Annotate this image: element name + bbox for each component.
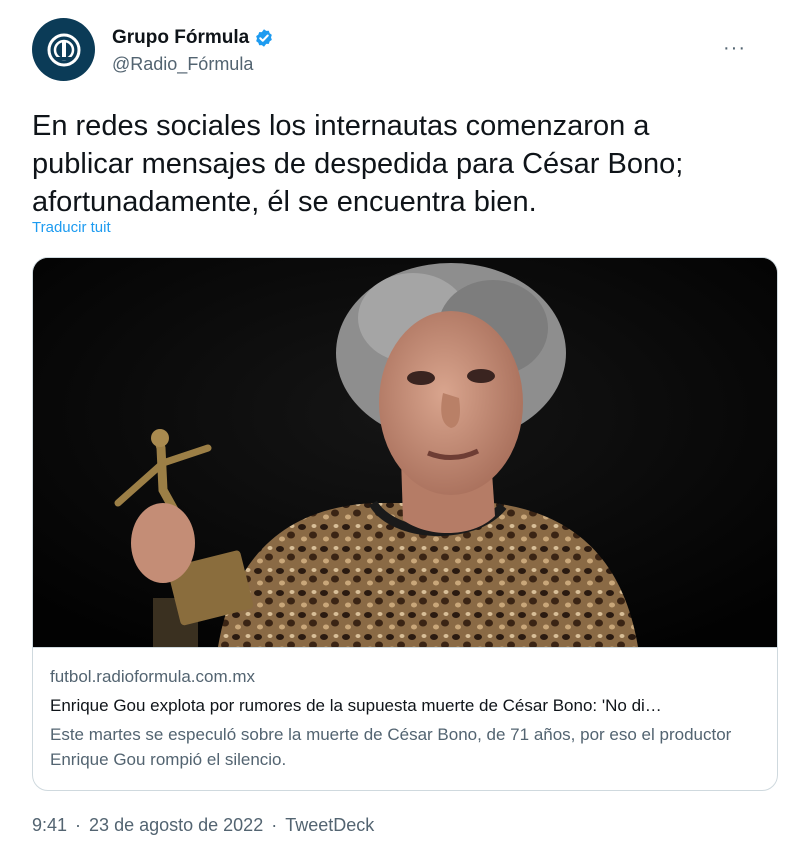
tweet-header: Grupo Fórmula @Radio_Fórmula ··· — [32, 18, 768, 82]
card-title: Enrique Gou explota por rumores de la su… — [50, 696, 662, 715]
card-image[interactable] — [33, 258, 777, 647]
account-handle[interactable]: @Radio_Fórmula — [112, 54, 274, 75]
more-options-icon[interactable]: ··· — [723, 38, 746, 58]
grupo-formula-logo-icon — [47, 33, 80, 66]
translate-tweet-link[interactable]: Traducir tuit — [32, 219, 111, 236]
meta-separator: · — [75, 815, 82, 835]
card-body[interactable]: futbol.radioformula.com.mx Enrique Gou e… — [33, 647, 777, 790]
tweet-meta: 9:41 · 23 de agosto de 2022 · TweetDeck — [32, 815, 374, 836]
card-photo — [33, 258, 777, 647]
display-name[interactable]: Grupo Fórmula — [112, 27, 249, 49]
avatar[interactable] — [32, 18, 95, 81]
tweet-time[interactable]: 9:41 — [32, 815, 67, 836]
card-description: Este martes se especuló sobre la muerte … — [50, 725, 732, 769]
display-name-row: Grupo Fórmula — [112, 26, 274, 50]
tweet-source[interactable]: TweetDeck — [285, 815, 374, 836]
link-preview-card[interactable]: futbol.radioformula.com.mx Enrique Gou e… — [32, 257, 778, 791]
meta-separator-2: · — [271, 815, 278, 835]
account-names: Grupo Fórmula @Radio_Fórmula — [112, 26, 274, 75]
tweet: Grupo Fórmula @Radio_Fórmula ··· En rede… — [0, 0, 800, 855]
verified-badge-icon — [256, 29, 273, 47]
tweet-text: En redes sociales los internautas comenz… — [32, 110, 684, 218]
card-domain: futbol.radioformula.com.mx — [50, 667, 256, 686]
tweet-date[interactable]: 23 de agosto de 2022 — [89, 815, 263, 836]
